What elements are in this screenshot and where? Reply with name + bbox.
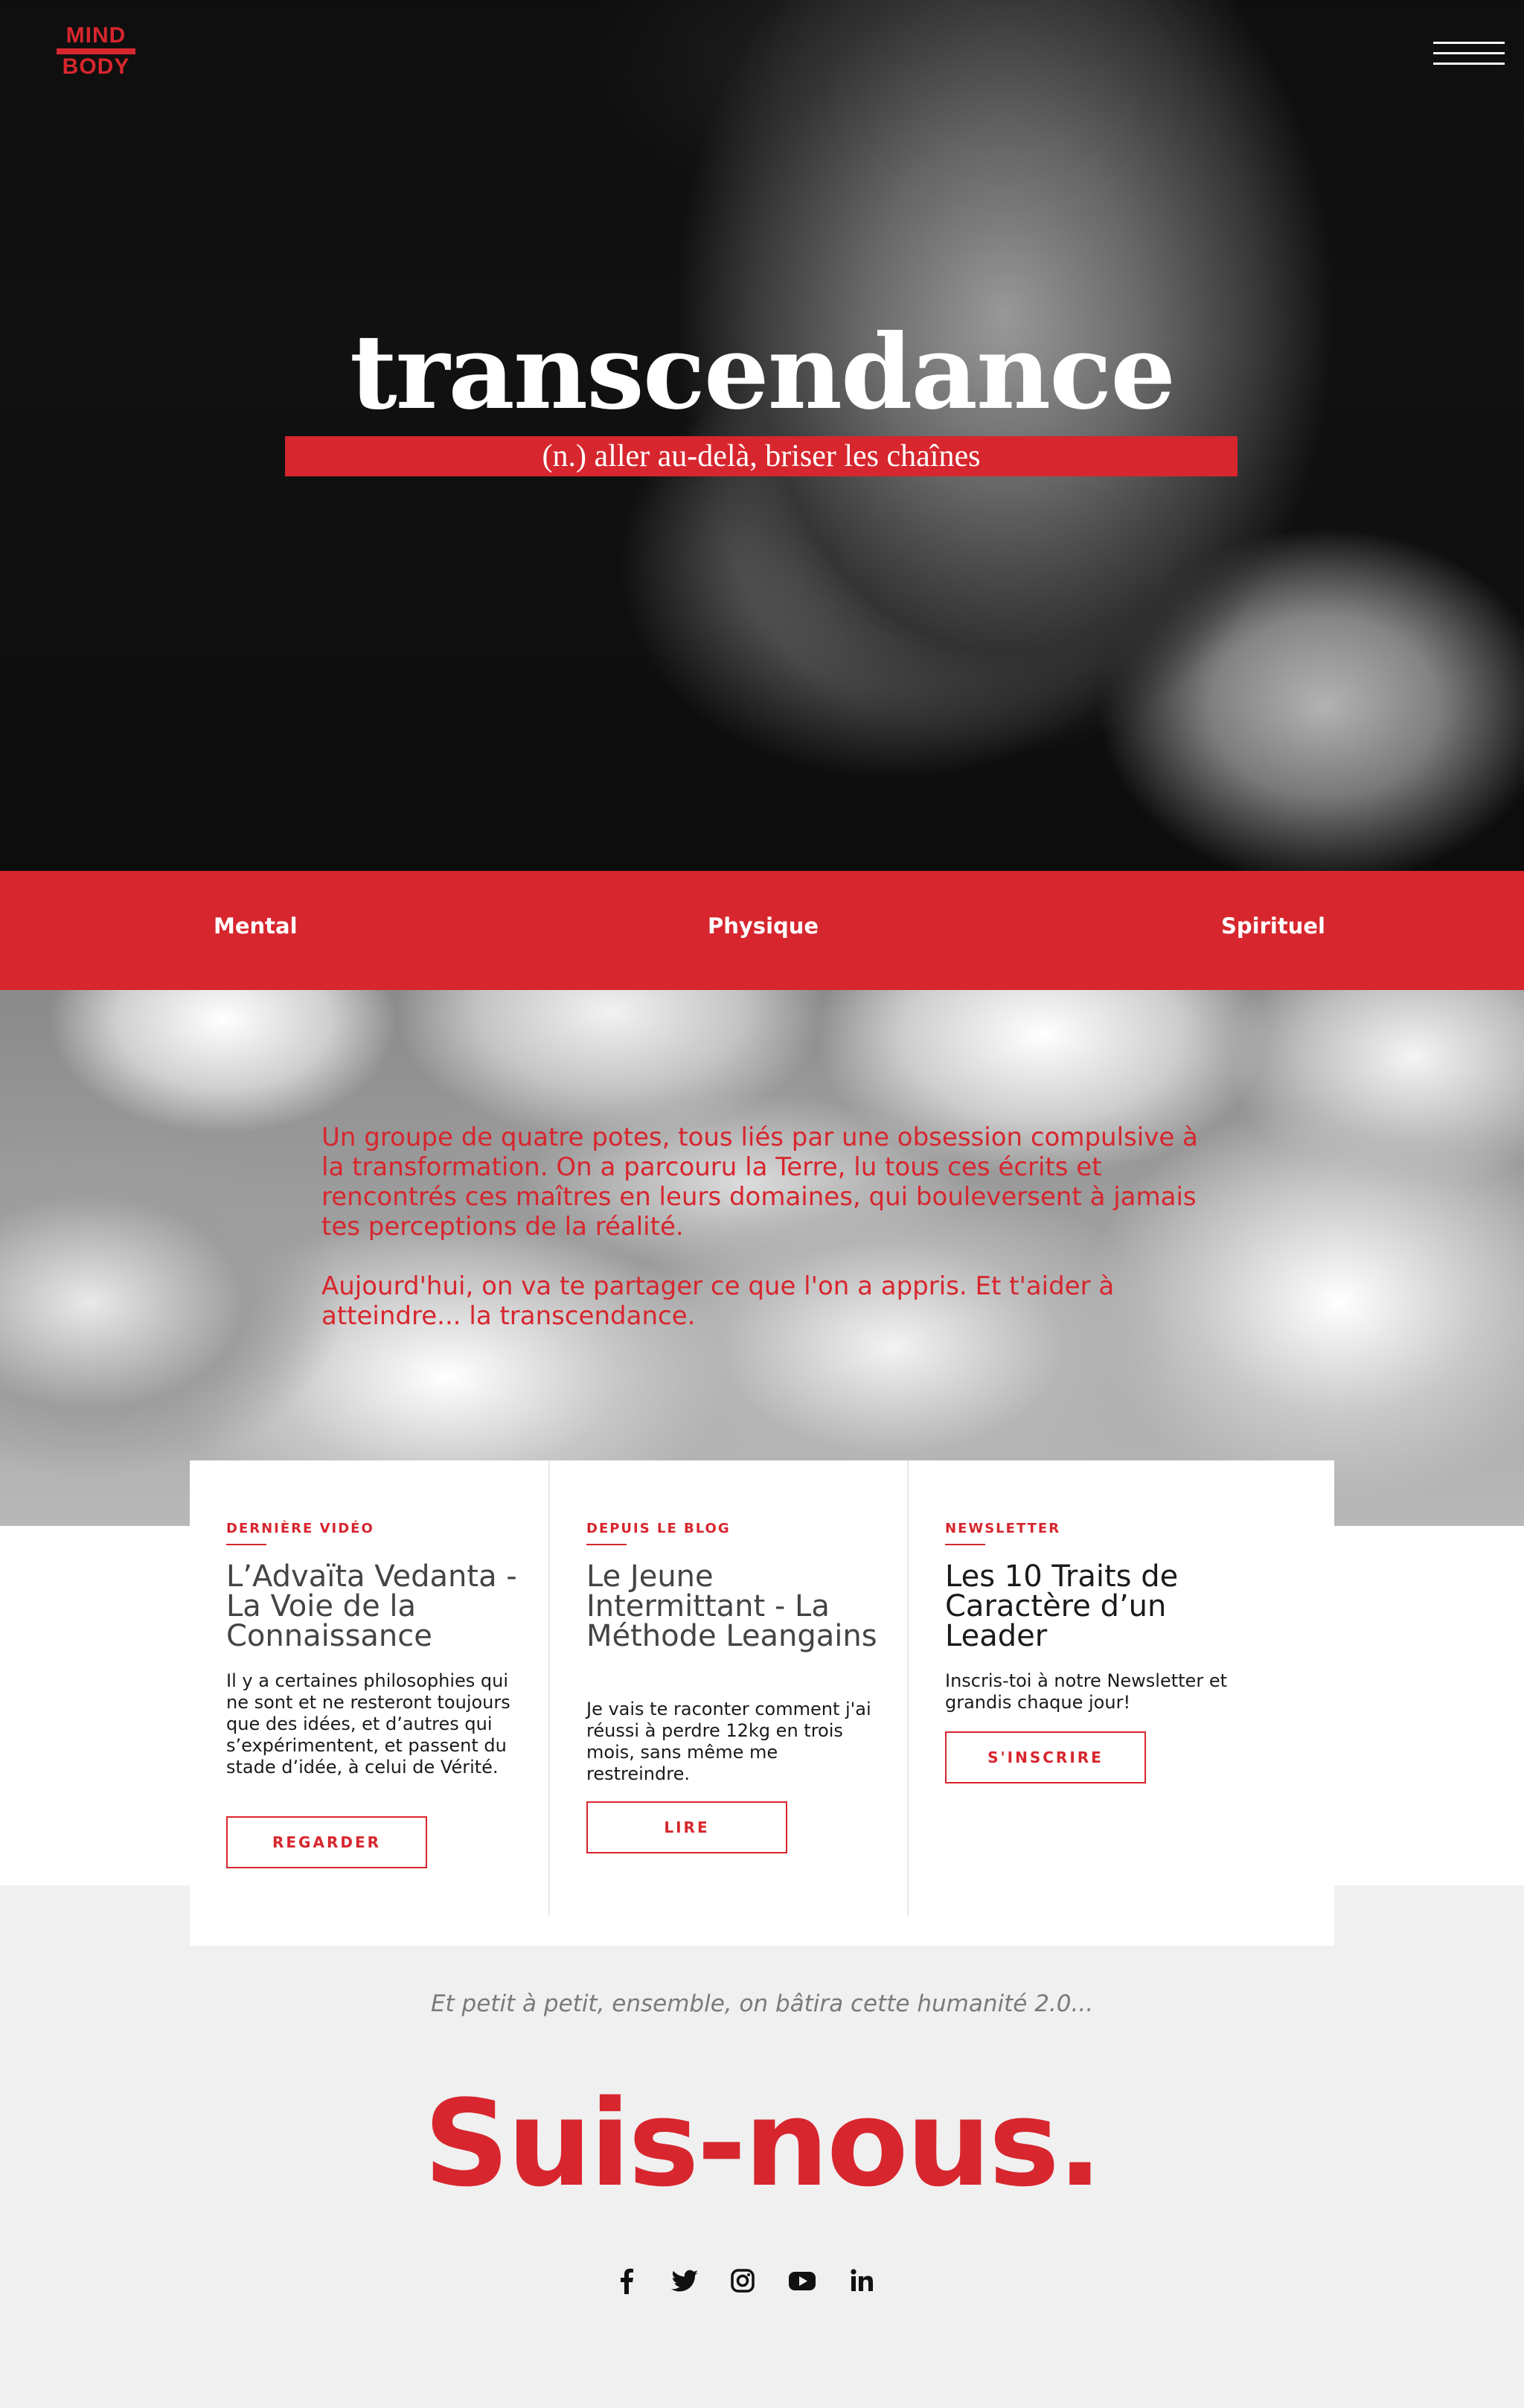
pillar-link-spirituel[interactable]: Spirituel xyxy=(1221,910,1325,942)
logo-bar xyxy=(57,48,135,54)
watch-button[interactable]: REGARDER xyxy=(226,1816,427,1868)
hamburger-icon[interactable] xyxy=(1433,42,1505,71)
card-title[interactable]: L’Advaïta Vedanta - La Voie de la Connai… xyxy=(226,1562,524,1651)
hero-section xyxy=(0,0,1524,871)
facebook-icon[interactable] xyxy=(610,2264,643,2297)
linkedin-icon[interactable] xyxy=(845,2264,878,2297)
kicker-underline xyxy=(226,1544,266,1545)
youtube-icon[interactable] xyxy=(786,2264,819,2297)
menu-line xyxy=(1433,52,1505,54)
hero-title: transcendance xyxy=(349,311,1176,432)
subscribe-button[interactable]: S'INSCRIRE xyxy=(945,1731,1146,1783)
card-title[interactable]: Le Jeune Intermittant - La Méthode Leang… xyxy=(586,1562,884,1651)
kicker-underline xyxy=(586,1544,627,1545)
card-title[interactable]: Les 10 Traits de Caractère d’un Leader xyxy=(945,1562,1243,1651)
card-kicker: NEWSLETTER xyxy=(945,1521,1061,1536)
social-links xyxy=(610,2264,908,2302)
intro-text: Un groupe de quatre potes, tous liés par… xyxy=(321,1122,1214,1331)
kicker-underline xyxy=(945,1544,985,1545)
card-latest-video: DERNIÈRE VIDÉO L’Advaïta Vedanta - La Vo… xyxy=(190,1460,548,1916)
card-newsletter: NEWSLETTER Les 10 Traits de Caractère d’… xyxy=(907,1460,1266,1916)
pillar-link-mental[interactable]: Mental xyxy=(214,910,298,942)
instagram-icon[interactable] xyxy=(726,2264,759,2297)
logo-bottom-text: BODY xyxy=(62,54,130,79)
card-description: Inscris-toi à notre Newsletter et grandi… xyxy=(945,1670,1227,1713)
card-kicker: DEPUIS LE BLOG xyxy=(586,1521,731,1536)
pillars-band: Mental Physique Spirituel xyxy=(0,871,1524,990)
mind-body-logo[interactable]: MIND BODY xyxy=(55,24,137,82)
follow-heading: Suis-nous. xyxy=(423,2074,1102,2213)
card-kicker: DERNIÈRE VIDÉO xyxy=(226,1521,374,1536)
feature-cards: DERNIÈRE VIDÉO L’Advaïta Vedanta - La Vo… xyxy=(190,1460,1334,1946)
tagline: Et petit à petit, ensemble, on bâtira ce… xyxy=(430,1990,1094,2017)
intro-paragraph-1: Un groupe de quatre potes, tous liés par… xyxy=(321,1122,1198,1242)
logo-top-text: MIND xyxy=(65,23,127,48)
hero-subtitle: (n.) aller au-delà, briser les chaînes xyxy=(285,436,1238,476)
menu-line xyxy=(1433,63,1505,65)
twitter-icon[interactable] xyxy=(668,2264,701,2297)
hero-image-overlay xyxy=(0,0,1524,871)
card-blog: DEPUIS LE BLOG Le Jeune Intermittant - L… xyxy=(548,1460,907,1916)
intro-paragraph-2: Aujourd'hui, on va te partager ce que l'… xyxy=(321,1271,1115,1331)
pillar-link-physique[interactable]: Physique xyxy=(708,910,819,942)
read-button[interactable]: LIRE xyxy=(586,1801,787,1853)
card-description: Il y a certaines philosophies qui ne son… xyxy=(226,1670,510,1778)
card-description: Je vais te raconter comment j'ai réussi … xyxy=(586,1699,871,1784)
menu-line xyxy=(1433,42,1505,44)
